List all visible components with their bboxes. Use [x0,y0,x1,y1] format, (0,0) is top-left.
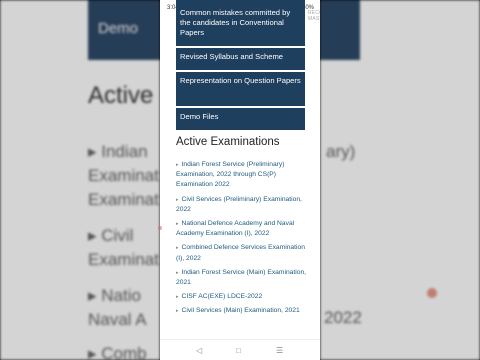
recent-apps-icon[interactable]: ☰ [276,346,283,355]
back-icon[interactable]: ◁ [196,346,202,355]
side-menu: Common mistakes committed by the candida… [176,0,305,132]
exam-link[interactable]: ▸ National Defence Academy and Naval Acad… [176,219,312,239]
exam-link[interactable]: ▸ Indian Forest Service (Main) Examinatio… [176,268,312,288]
home-icon[interactable]: □ [236,346,241,355]
exam-link[interactable]: ▸ Indian Forest Service (Preliminary) Exa… [176,160,312,191]
menu-item-common-mistakes[interactable]: Common mistakes committed by the candida… [176,0,305,46]
bullet-icon: ▸ [176,269,179,276]
exam-link[interactable]: ▸ CISF AC(EXE) LDCE-2022 [176,292,312,302]
menu-item-representation[interactable]: Representation on Question Papers [176,72,305,106]
bullet-icon: ▸ [176,308,179,315]
menu-item-demo-files[interactable]: Demo Files [176,108,305,130]
active-examinations-title: Active Examinations [176,136,280,148]
exam-link[interactable]: ▸ Civil Services (Main) Examination, 2021 [176,306,312,316]
active-exam-list: ▸ Indian Forest Service (Preliminary) Exa… [176,160,312,321]
bullet-icon: ▸ [176,294,179,301]
background-right-blur: ary) 2022 [320,0,480,360]
bullet-icon: ▸ [176,221,179,228]
exam-link[interactable]: ▸ Civil Services (Preliminary) Examinatio… [176,195,312,215]
recorder-watermark: RECORD MASTER [308,10,320,22]
bullet-icon: ▸ [176,245,179,252]
background-left-blur: Demo Active ▸ Indian Examination Examina… [0,0,160,360]
menu-item-revised-syllabus[interactable]: Revised Syllabus and Scheme [176,48,305,70]
exam-link[interactable]: ▸ Combined Defence Services Examination (… [176,243,312,263]
android-nav-bar: ◁ □ ☰ [160,339,320,360]
bullet-icon: ▸ [176,162,179,168]
screen-indicator-dot [158,226,162,230]
phone-screen: 3:04 PM 60% Common mistakes committed by… [160,0,320,360]
bullet-icon: ▸ [176,196,179,203]
